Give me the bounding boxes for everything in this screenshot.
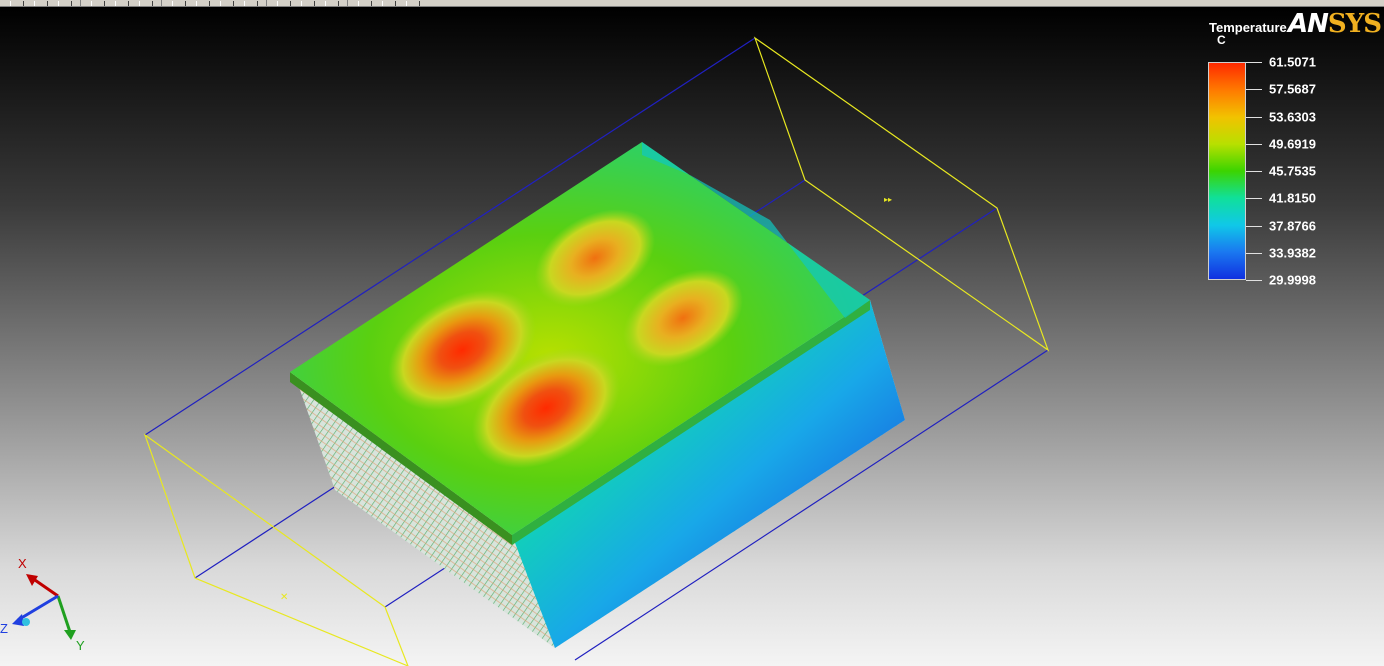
toolbar-button[interactable] [139, 0, 153, 6]
toolbar [0, 0, 1384, 7]
legend-swatch [1209, 171, 1245, 198]
toolbar-separator [266, 0, 267, 6]
toolbar-button[interactable] [91, 0, 105, 6]
legend-swatch [1209, 225, 1245, 252]
toolbar-button[interactable] [10, 0, 24, 6]
color-legend-bar [1208, 62, 1246, 280]
legend-tick [1246, 280, 1262, 281]
toolbar-button[interactable] [220, 0, 234, 6]
z-axis-label: Z [0, 621, 8, 636]
legend-tick [1246, 171, 1262, 172]
legend-swatch [1209, 63, 1245, 90]
face-marker: ✕ [280, 592, 288, 603]
legend-tick [1246, 62, 1262, 63]
legend-tick [1246, 89, 1262, 91]
graphics-viewport[interactable]: ▸▸ ✕ X Y Z Temperature C ANSYS 61.5071 5… [0, 7, 1384, 666]
legend-label: 41.8150 [1269, 190, 1316, 206]
legend-swatch [1209, 198, 1245, 225]
toolbar-button[interactable] [58, 0, 72, 6]
legend-tick [1246, 116, 1262, 118]
legend-tick [1246, 252, 1262, 254]
legend-swatch [1209, 252, 1245, 279]
x-axis-label: X [18, 556, 27, 571]
ansys-logo: ANSYS [1288, 9, 1382, 39]
model-view[interactable]: ▸▸ ✕ X Y Z [0, 7, 1384, 666]
legend-label: 57.5687 [1269, 81, 1316, 97]
legend-label: 61.5071 [1269, 54, 1316, 70]
y-axis-arrow [56, 595, 72, 633]
z-axis-arrow [17, 594, 59, 622]
legend-tick [1246, 225, 1262, 227]
z-axis-arrowhead [12, 614, 24, 626]
axis-triad: X Y Z [0, 556, 85, 653]
legend-label: 53.6303 [1269, 109, 1316, 124]
y-axis-arrowhead [64, 630, 76, 640]
toolbar-button[interactable] [358, 0, 372, 6]
toolbar-button[interactable] [301, 0, 315, 6]
toolbar-separator [80, 0, 81, 6]
solid-model[interactable] [290, 142, 905, 648]
legend-label: 49.6919 [1269, 136, 1316, 152]
legend-tick [1246, 198, 1262, 200]
toolbar-button[interactable] [277, 0, 291, 6]
legend-swatch [1209, 144, 1245, 171]
toolbar-button[interactable] [115, 0, 129, 6]
toolbar-separator [347, 0, 348, 6]
triad-origin-marker [22, 618, 30, 626]
legend-label: 45.7535 [1269, 163, 1316, 179]
legend-label: 29.9998 [1269, 272, 1316, 288]
legend-label: 37.8766 [1269, 218, 1316, 233]
toolbar-button[interactable] [382, 0, 396, 6]
face-marker: ▸▸ [884, 195, 892, 204]
legend-label: 33.9382 [1269, 245, 1316, 261]
legend-tick [1246, 143, 1262, 145]
toolbar-button[interactable] [406, 0, 420, 6]
y-axis-label: Y [76, 638, 85, 653]
toolbar-button[interactable] [34, 0, 48, 6]
x-axis-arrow [31, 576, 59, 598]
legend-unit: C [1217, 33, 1226, 47]
legend-swatch [1209, 117, 1245, 144]
toolbar-button[interactable] [325, 0, 339, 6]
legend-swatch [1209, 90, 1245, 117]
toolbar-button[interactable] [172, 0, 186, 6]
toolbar-button[interactable] [196, 0, 210, 6]
toolbar-button[interactable] [244, 0, 258, 6]
toolbar-separator [161, 0, 162, 6]
